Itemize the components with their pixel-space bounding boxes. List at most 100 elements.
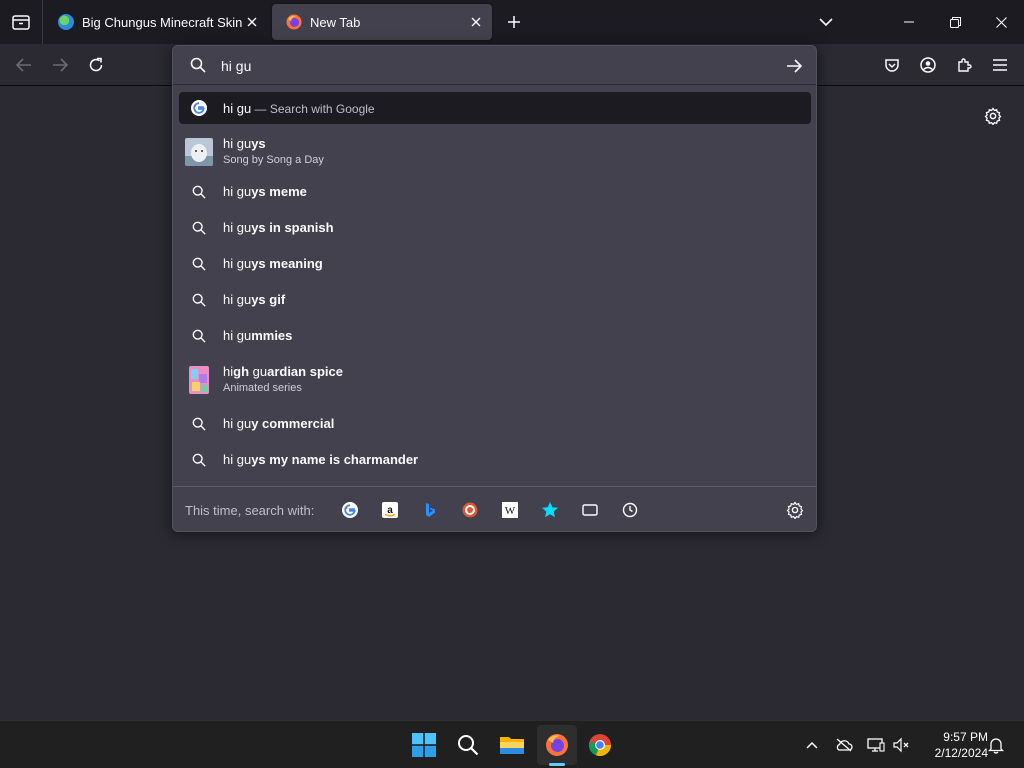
result-prefix: hi gu [223,136,252,151]
chrome-taskbar-button[interactable] [580,725,620,765]
tab-title: Big Chungus Minecraft Skin [82,14,243,30]
forward-button[interactable] [44,49,76,81]
clock-time: 9:57 PM [943,730,988,744]
search-icon [190,57,206,73]
result-subtitle: Song by Song a Day [223,154,324,166]
search-icon [191,452,207,468]
account-button[interactable] [912,49,944,81]
firefox-taskbar-button[interactable] [537,725,577,765]
onedrive-tray-icon[interactable] [834,735,854,755]
wikipedia-icon[interactable]: W [501,501,519,519]
urlbar-input[interactable] [221,56,741,76]
tab-strip: Big Chungus Minecraft Skin New Tab [0,0,1024,44]
extensions-button[interactable] [948,49,980,81]
one-off-label: This time, search with: [185,503,315,518]
result-completion: ys in spanish [251,220,334,235]
result-action: Search with Google [269,102,375,116]
result-search-suggestion[interactable]: hi guys gif [179,282,811,318]
list-all-tabs-button[interactable] [812,8,840,36]
gear-icon [786,501,804,520]
urlbar-popup: hi gu — Search with Google hi guys Song … [172,45,817,532]
firefox-view-icon [12,15,30,30]
firefox-view-button[interactable] [0,0,42,44]
result-rich-suggestion[interactable]: high guardian spice Animated series [179,354,811,406]
search-icon [458,735,479,756]
result-completion: ys meme [251,184,307,199]
tab-close-button[interactable] [242,12,262,32]
bing-icon[interactable] [421,501,439,519]
search-icon [191,256,207,272]
file-explorer-button[interactable] [492,725,532,765]
google-icon [191,100,207,116]
minimize-button[interactable] [886,0,932,44]
result-prefix: hi gu [223,256,252,271]
speaker-muted-icon [893,737,909,753]
result-prefix: hi gu [223,416,252,431]
result-search-suggestion[interactable]: hi guys in spanish [179,210,811,246]
duckduckgo-icon[interactable] [461,501,479,519]
result-search-suggestion[interactable]: hi guys meme [179,174,811,210]
close-window-button[interactable] [978,0,1024,44]
result-prefix: hi gu [223,328,252,343]
tabs-icon[interactable] [581,501,599,519]
chevron-up-icon [806,741,818,749]
result-completion: mmies [251,328,293,343]
active-app-indicator [549,763,565,766]
bookmarks-star-icon[interactable] [541,501,559,519]
windows-taskbar: 9:57 PM 2/12/2024 [0,720,1024,768]
cloud-offline-icon [836,738,853,752]
history-clock-icon[interactable] [621,501,639,519]
result-search-suggestion[interactable]: hi gummies [179,318,811,354]
pocket-icon [885,59,899,72]
pocket-button[interactable] [876,49,908,81]
result-prefix: hi gu [223,452,252,467]
result-prefix: hi gu [223,184,252,199]
svg-text:a: a [387,505,393,516]
result-search-suggestion[interactable]: hi guy commercial [179,406,811,442]
hamburger-menu-icon [993,59,1007,71]
result-search-with-google[interactable]: hi gu — Search with Google [179,92,811,124]
result-completion: ys gif [251,292,286,307]
result-completion: ys [251,136,266,151]
result-completion-2: ardian spice [267,364,343,379]
menu-button[interactable] [984,49,1016,81]
urlbar-results: hi gu — Search with Google hi guys Song … [179,92,811,478]
amazon-icon[interactable]: a [381,501,399,519]
notifications-button[interactable] [986,735,1006,755]
result-rich-suggestion[interactable]: hi guys Song by Song a Day [179,130,811,174]
system-clock[interactable]: 9:57 PM 2/12/2024 [916,729,988,761]
back-button[interactable] [8,49,40,81]
tab-close-button[interactable] [466,12,486,32]
taskbar-search-button[interactable] [448,725,488,765]
new-tab-button[interactable] [500,8,528,36]
minimize-icon [904,21,914,23]
search-icon [191,184,207,200]
reload-button[interactable] [80,49,112,81]
result-prefix: hi gu [223,220,252,235]
arrow-right-icon [53,58,68,72]
tab-big-chungus[interactable]: Big Chungus Minecraft Skin [44,4,268,40]
show-hidden-icons-button[interactable] [802,735,822,755]
account-icon [920,57,936,73]
network-icon [867,738,885,752]
go-button[interactable] [780,52,808,80]
result-prefix: hi gu [223,292,252,307]
windows-logo-icon [412,733,436,757]
svg-text:W: W [505,505,516,517]
result-completion: gh [233,364,250,379]
start-button[interactable] [404,725,444,765]
result-search-suggestion[interactable]: hi guys my name is charmander [179,442,811,478]
tab-new-tab[interactable]: New Tab [272,4,492,40]
song-thumbnail-image [185,138,213,166]
google-icon[interactable] [341,501,359,519]
restore-button[interactable] [932,0,978,44]
volume-tray-icon[interactable] [892,735,912,755]
result-completion: ys my name is charmander [251,452,419,467]
restore-icon [949,16,961,28]
firefox-icon [546,734,568,756]
newtab-settings-button[interactable] [980,103,1006,129]
search-settings-button[interactable] [786,501,804,520]
close-icon [247,17,257,27]
result-search-suggestion[interactable]: hi guys meaning [179,246,811,282]
network-tray-icon[interactable] [866,735,886,755]
